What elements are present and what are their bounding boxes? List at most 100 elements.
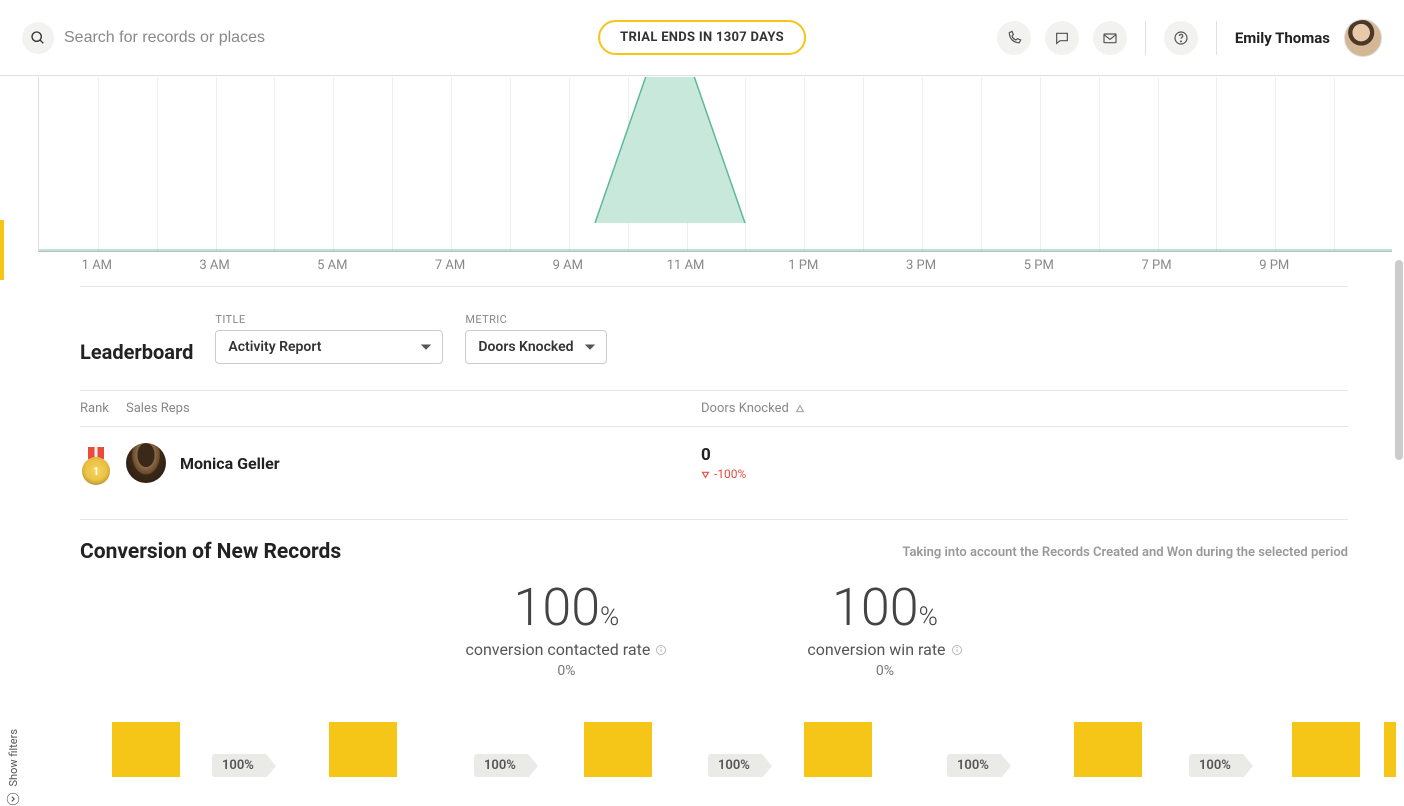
title-dropdown[interactable]: Activity Report <box>215 330 443 364</box>
rep-cell: Monica Geller <box>126 443 701 483</box>
gridline <box>98 77 99 251</box>
gridline <box>157 77 158 251</box>
medal-icon: 1 <box>80 447 112 479</box>
funnel-bar <box>329 722 397 777</box>
time-label: 3 PM <box>906 258 936 273</box>
contacted-rate-label: conversion contacted rate <box>465 640 667 659</box>
metric-change: -100% <box>701 467 746 481</box>
leaderboard-section: Leaderboard TITLE Activity Report METRIC… <box>30 287 1398 519</box>
funnel-tag: 100% <box>212 754 266 777</box>
col-rank: Rank <box>80 401 126 416</box>
divider <box>1216 21 1217 55</box>
conversion-title: Conversion of New Records <box>80 540 341 564</box>
funnel-bar <box>112 722 180 777</box>
col-metric[interactable]: Doors Knocked <box>701 401 1348 416</box>
gridline <box>804 77 805 251</box>
time-label: 1 AM <box>82 258 112 273</box>
time-axis: 1 AM3 AM5 AM7 AM9 AM11 AM1 PM3 PM5 PM7 P… <box>38 252 1392 286</box>
conversion-subtitle: Taking into account the Records Created … <box>902 545 1348 560</box>
gridline <box>333 77 334 251</box>
time-label: 5 AM <box>317 258 347 273</box>
metric-dropdown-value: Doors Knocked <box>478 339 573 355</box>
funnel-bar <box>804 722 872 777</box>
show-filters-label: Show filters <box>7 729 20 786</box>
gridline <box>922 77 923 251</box>
contacted-rate-delta: 0% <box>465 663 667 679</box>
search-wrap <box>22 22 364 54</box>
rep-avatar <box>126 443 166 483</box>
gridline <box>451 77 452 251</box>
funnel-bar <box>584 722 652 777</box>
help-icon[interactable] <box>1164 21 1198 55</box>
gridline <box>510 77 511 251</box>
search-icon[interactable] <box>22 22 54 54</box>
conversion-funnel: 100%100%100%100%100% <box>94 707 1348 777</box>
gridline <box>569 77 570 251</box>
win-rate-label: conversion win rate <box>807 640 962 659</box>
time-label: 5 PM <box>1024 258 1054 273</box>
sidebar-accent <box>0 220 4 280</box>
gridline <box>274 77 275 251</box>
chevron-right-icon <box>6 792 20 806</box>
show-filters-tab[interactable]: Show filters <box>0 729 26 806</box>
chart-baseline <box>39 249 1392 251</box>
gridline <box>981 77 982 251</box>
funnel-bar <box>1292 722 1360 777</box>
gridline <box>863 77 864 251</box>
gridline <box>1275 77 1276 251</box>
main-content: 1 AM3 AM5 AM7 AM9 AM11 AM1 PM3 PM5 PM7 P… <box>30 77 1398 806</box>
chevron-down-icon <box>420 341 432 353</box>
win-rate-delta: 0% <box>807 663 962 679</box>
rep-name: Monica Geller <box>180 454 280 473</box>
gridline <box>392 77 393 251</box>
header-right: Emily Thomas <box>997 19 1382 57</box>
win-rate-stat: 100% conversion win rate 0% <box>807 582 962 679</box>
trial-badge[interactable]: TRIAL ENDS IN 1307 DAYS <box>598 20 806 55</box>
time-label: 3 AM <box>199 258 229 273</box>
gridline <box>1040 77 1041 251</box>
title-filter-label: TITLE <box>215 313 443 326</box>
phone-icon[interactable] <box>997 21 1031 55</box>
col-reps: Sales Reps <box>126 401 701 416</box>
title-filter: TITLE Activity Report <box>215 313 443 364</box>
gridline <box>1216 77 1217 251</box>
username[interactable]: Emily Thomas <box>1235 29 1330 47</box>
contacted-rate-stat: 100% conversion contacted rate 0% <box>465 582 667 679</box>
triangle-down-icon <box>701 470 710 479</box>
chevron-down-icon <box>584 341 596 353</box>
contacted-rate-value: 100 <box>514 577 601 638</box>
metric-filter-label: METRIC <box>465 313 606 326</box>
chart-peak <box>595 77 745 223</box>
conversion-stats: 100% conversion contacted rate 0% 100% c… <box>80 582 1348 679</box>
mail-icon[interactable] <box>1093 21 1127 55</box>
time-label: 11 AM <box>667 258 705 273</box>
leaderboard-table: Rank Sales Reps Doors Knocked 1 Monica G… <box>80 390 1348 499</box>
rank-cell: 1 <box>80 447 126 479</box>
gridline <box>1158 77 1159 251</box>
search-input[interactable] <box>64 29 364 47</box>
time-label: 7 AM <box>435 258 465 273</box>
funnel-bar <box>1384 722 1396 777</box>
header-bar: TRIAL ENDS IN 1307 DAYS Emily Thomas <box>0 0 1404 76</box>
col-metric-label: Doors Knocked <box>701 401 789 416</box>
activity-time-chart <box>38 77 1392 252</box>
time-label: 7 PM <box>1141 258 1171 273</box>
table-row[interactable]: 1 Monica Geller 0 -100% <box>80 427 1348 499</box>
gridline <box>1334 77 1335 251</box>
chat-icon[interactable] <box>1045 21 1079 55</box>
time-label: 1 PM <box>788 258 818 273</box>
avatar[interactable] <box>1344 19 1382 57</box>
gridline <box>745 77 746 251</box>
conversion-header: Conversion of New Records Taking into ac… <box>80 540 1348 564</box>
funnel-tag: 100% <box>708 754 762 777</box>
leaderboard-title: Leaderboard <box>80 340 193 364</box>
divider <box>1145 21 1146 55</box>
sort-icon <box>795 404 805 414</box>
info-icon[interactable] <box>655 644 667 656</box>
info-icon[interactable] <box>951 644 963 656</box>
metric-cell: 0 -100% <box>701 445 1348 481</box>
metric-filter: METRIC Doors Knocked <box>465 313 606 364</box>
funnel-tag: 100% <box>947 754 1001 777</box>
metric-dropdown[interactable]: Doors Knocked <box>465 330 606 364</box>
leaderboard-header-row: Rank Sales Reps Doors Knocked <box>80 390 1348 427</box>
